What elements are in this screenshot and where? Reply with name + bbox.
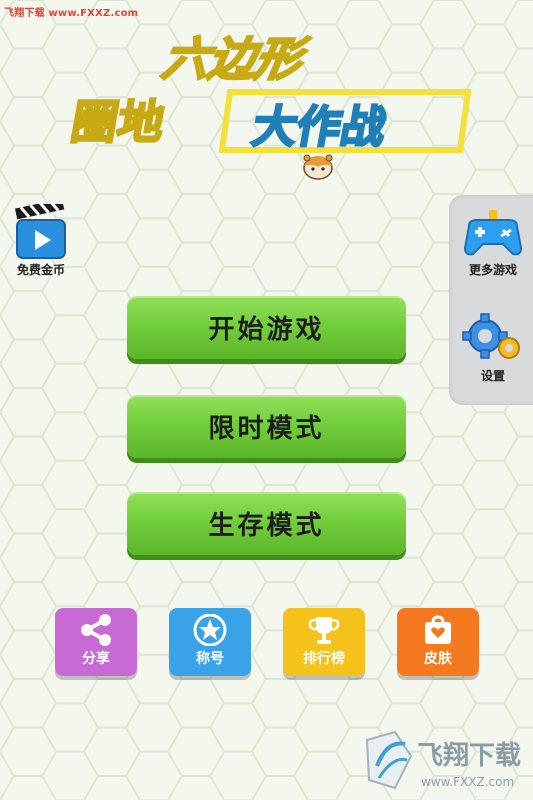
watermark-bottom: 飞翔下载 www.FXXZ.com: [365, 726, 533, 796]
more-games-label: 更多游戏: [468, 263, 517, 277]
share-button[interactable]: 分享: [55, 608, 137, 676]
logo-line2: 圈地: [67, 95, 168, 149]
skins-button[interactable]: 皮肤: [397, 608, 479, 676]
timed-mode-button[interactable]: 限时模式: [127, 395, 406, 458]
hamster-mascot-icon: [303, 154, 333, 180]
star-icon: [193, 614, 227, 646]
start-game-button[interactable]: 开始游戏: [127, 296, 406, 359]
video-clapper-icon: [14, 198, 66, 259]
watermark-url: www.FXXZ.com: [421, 775, 514, 789]
trophy-icon: [308, 617, 340, 644]
watermark-logo-icon: [365, 730, 413, 790]
free-coins-button[interactable]: 免费金币: [6, 198, 76, 278]
title-button[interactable]: 称号: [169, 608, 251, 676]
gift-box-icon: [425, 615, 451, 644]
leaderboard-label: 排行榜: [303, 651, 345, 667]
share-icon: [81, 614, 111, 646]
leaderboard-button[interactable]: 排行榜: [283, 608, 365, 676]
title-label: 称号: [196, 651, 224, 667]
gears-icon: [462, 313, 520, 359]
logo-line1: 六边形: [158, 32, 312, 86]
free-coins-label: 免费金币: [16, 263, 65, 277]
survival-mode-button[interactable]: 生存模式: [127, 492, 406, 555]
more-games-button[interactable]: 更多游戏: [455, 208, 531, 278]
watermark-brand: 飞翔下载: [417, 741, 521, 771]
share-label: 分享: [82, 651, 110, 667]
game-logo: 六边形 圈地 大作战: [66, 31, 472, 180]
settings-button[interactable]: 设置: [455, 312, 531, 384]
skins-label: 皮肤: [424, 651, 452, 667]
settings-label: 设置: [480, 369, 505, 383]
watermark-top: 飞翔下载 www.FXXZ.com: [4, 8, 139, 19]
logo-line3: 大作战: [249, 102, 390, 153]
gamepad-icon: [463, 210, 523, 256]
